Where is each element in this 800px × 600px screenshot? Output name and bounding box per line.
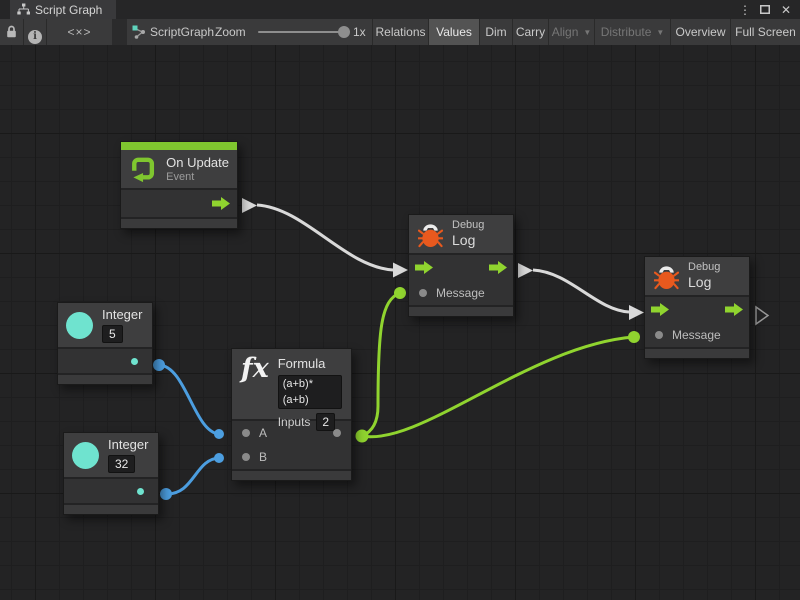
distribute-label: Distribute [601, 25, 652, 39]
port-label: B [259, 450, 267, 464]
formula-output-port-dot[interactable] [333, 429, 341, 437]
close-icon[interactable]: ✕ [777, 0, 795, 19]
node-integer-2[interactable]: Integer 32 [63, 432, 159, 515]
graph-tab-icon [17, 3, 30, 16]
chevron-down-icon: ▼ [583, 28, 591, 37]
integer-output-port-dot[interactable] [131, 358, 138, 365]
node-category: Debug [452, 219, 484, 232]
node-footer [58, 373, 152, 384]
flow-output-port-icon[interactable] [489, 261, 507, 274]
values-button[interactable]: Values [428, 19, 479, 45]
flow-output-port-icon[interactable] [725, 303, 743, 316]
align-label: Align [552, 25, 579, 39]
node-footer [121, 217, 237, 228]
node-title: On Update [166, 155, 229, 171]
input-b-port-dot[interactable] [242, 453, 250, 461]
flow-input-port-icon[interactable] [651, 303, 669, 316]
inputs-label: Inputs [278, 415, 311, 429]
zoom-value: 1x [353, 19, 373, 45]
integer-type-icon [72, 442, 99, 469]
formula-expression-field[interactable]: (a+b)*(a+b) [278, 375, 342, 409]
node-debug-log-2[interactable]: Debug Log Message [644, 256, 750, 359]
node-title: Log [452, 232, 484, 249]
tab-title: Script Graph [35, 3, 102, 17]
node-on-update[interactable]: On Update Event [120, 141, 238, 229]
distribute-button[interactable]: Distribute ▼ [594, 19, 670, 45]
chevron-down-icon: ▼ [656, 28, 664, 37]
port-label: A [259, 426, 267, 440]
zoom-label: Zoom [215, 19, 255, 45]
node-category: Debug [688, 261, 720, 274]
dim-button[interactable]: Dim [479, 19, 512, 45]
window-titlebar: Script Graph ⋮ ✕ [0, 0, 800, 19]
node-title: Formula [278, 356, 342, 372]
message-port-dot[interactable] [655, 331, 663, 339]
port-label: Message [436, 286, 485, 300]
node-subtitle: Event [166, 171, 229, 184]
fullscreen-button[interactable]: Full Screen [730, 19, 800, 45]
node-footer [645, 347, 749, 358]
node-footer [232, 469, 351, 480]
zoom-slider-track[interactable] [258, 31, 347, 33]
info-button[interactable]: i [23, 19, 46, 45]
inputs-count-field[interactable]: 2 [316, 413, 335, 431]
node-footer [64, 503, 158, 514]
carry-button[interactable]: Carry [512, 19, 548, 45]
menu-icon[interactable]: ⋮ [736, 0, 754, 19]
tab-script-graph[interactable]: Script Graph [10, 0, 116, 19]
on-update-loop-icon [129, 154, 157, 184]
debug-bug-icon [418, 221, 443, 248]
node-debug-log-1[interactable]: Debug Log Message [408, 214, 514, 317]
input-a-port-dot[interactable] [242, 429, 250, 437]
formula-fx-icon: fx [241, 354, 269, 384]
integer-value-field[interactable]: 32 [108, 455, 135, 473]
relations-button[interactable]: Relations [372, 19, 428, 45]
script-graph-icon [132, 25, 146, 39]
event-accent-bar [121, 142, 237, 150]
graph-toolbar: i <×> ScriptGraph Zoom 1x Relations Valu… [0, 19, 800, 45]
message-port-dot[interactable] [419, 289, 427, 297]
node-title: Integer [102, 307, 142, 323]
toolbar-divider [112, 19, 127, 45]
overview-button[interactable]: Overview [670, 19, 730, 45]
code-view-button[interactable]: <×> [46, 19, 112, 45]
align-button[interactable]: Align ▼ [548, 19, 594, 45]
node-title: Integer [108, 437, 148, 453]
integer-output-port-dot[interactable] [137, 488, 144, 495]
node-title: Log [688, 274, 720, 291]
integer-type-icon [66, 312, 93, 339]
zoom-slider-handle[interactable] [338, 26, 350, 38]
lock-button[interactable] [0, 19, 23, 45]
flow-output-port-icon[interactable] [212, 197, 230, 210]
lock-icon [6, 25, 17, 38]
integer-value-field[interactable]: 5 [102, 325, 123, 343]
port-label: Message [672, 328, 721, 342]
info-icon: i [28, 30, 42, 44]
maximize-icon[interactable] [756, 0, 774, 19]
graph-name-label: ScriptGraph [150, 19, 220, 45]
node-integer-1[interactable]: Integer 5 [57, 302, 153, 385]
debug-bug-icon [654, 263, 679, 290]
code-icon: <×> [67, 25, 91, 39]
flow-input-port-icon[interactable] [415, 261, 433, 274]
node-footer [409, 305, 513, 316]
node-formula[interactable]: fx Formula (a+b)*(a+b) Inputs 2 A B [231, 348, 352, 481]
